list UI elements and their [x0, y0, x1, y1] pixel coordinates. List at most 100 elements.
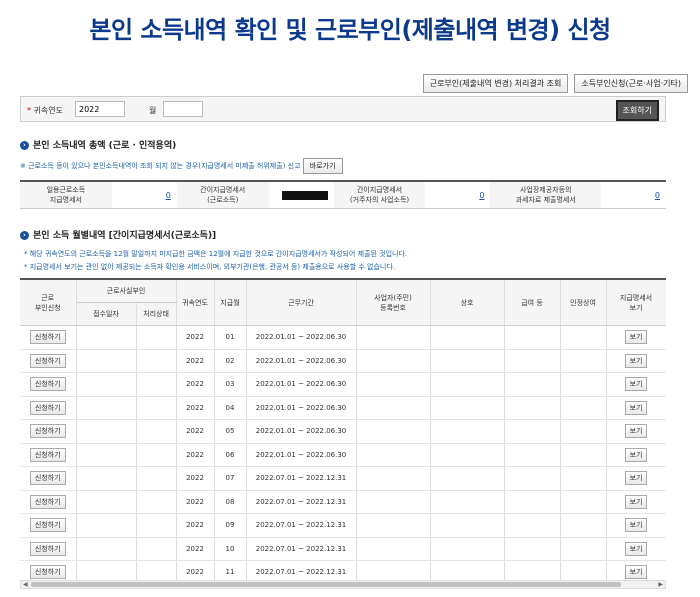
monthly-note-2: * 지급명세서 보기는 관인 없이 제공되는 소득자 확인용 서비스이며, 외부… [24, 263, 396, 271]
col-pay: 급여 등 [504, 280, 561, 326]
view-statement-button[interactable]: 보기 [624, 518, 648, 533]
pay-cell [504, 466, 561, 491]
receipt-date-cell [76, 537, 137, 561]
approved-cell [560, 513, 607, 538]
income-deny-apply-button[interactable]: 소득부인신청(근로·사업·기타) [574, 74, 688, 93]
year-cell: 2022 [176, 466, 215, 491]
month-cell: 05 [214, 419, 247, 444]
year-cell: 2022 [176, 513, 215, 538]
table-row: 신청하기 2022 10 2022.07.01 ~ 2022.12.31 보기 [20, 537, 666, 561]
col-month: 지급월 [214, 280, 247, 326]
status-cell [136, 443, 177, 467]
pay-cell [504, 513, 561, 538]
summary-label: 사업장제공자등의 과세자료 제출명세서 [490, 182, 601, 208]
apply-button[interactable]: 신청하기 [29, 494, 66, 509]
status-cell [136, 372, 177, 397]
receipt-date-cell [76, 372, 137, 397]
table-row: 신청하기 2022 03 2022.01.01 ~ 2022.06.30 보기 [20, 372, 666, 397]
year-input[interactable] [75, 101, 125, 117]
page-title: 본인 소득내역 확인 및 근로부인(제출내역 변경) 신청 [89, 16, 611, 44]
apply-button[interactable]: 신청하기 [29, 471, 66, 486]
goto-button[interactable]: 바로가기 [302, 158, 343, 174]
result-query-button[interactable]: 근로부인(제출내역 변경) 처리결과 조회 [422, 74, 569, 93]
apply-button[interactable]: 신청하기 [29, 400, 66, 415]
biz-no-cell [356, 513, 431, 538]
approved-cell [560, 349, 607, 373]
view-statement-button[interactable]: 보기 [624, 377, 648, 392]
table-row: 신청하기 2022 11 2022.07.01 ~ 2022.12.31 보기 [20, 560, 666, 580]
redacted-value [281, 190, 328, 200]
summary-value-business[interactable]: 0 [425, 182, 490, 208]
table-row: 신청하기 2022 05 2022.01.01 ~ 2022.06.30 보기 [20, 419, 666, 444]
approved-cell [560, 443, 607, 467]
view-statement-button[interactable]: 보기 [624, 330, 648, 345]
view-statement-button[interactable]: 보기 [624, 424, 648, 439]
col-period: 근무기간 [246, 280, 357, 326]
status-cell [136, 513, 177, 538]
horizontal-scrollbar[interactable]: ◀ ▶ [20, 580, 666, 589]
apply-button[interactable]: 신청하기 [29, 424, 66, 439]
period-cell: 2022.07.01 ~ 2022.12.31 [246, 466, 357, 491]
apply-button[interactable]: 신청하기 [29, 541, 66, 556]
scroll-left-icon[interactable]: ◀ [23, 581, 28, 588]
receipt-date-cell [76, 513, 137, 538]
approved-cell [560, 466, 607, 491]
view-statement-button[interactable]: 보기 [624, 494, 648, 509]
apply-button[interactable]: 신청하기 [29, 377, 66, 392]
year-cell: 2022 [176, 349, 215, 373]
month-cell: 11 [214, 560, 247, 580]
month-cell: 10 [214, 537, 247, 561]
view-statement-button[interactable]: 보기 [624, 541, 648, 556]
apply-button[interactable]: 신청하기 [29, 518, 66, 533]
apply-button[interactable]: 신청하기 [29, 565, 66, 580]
summary-value-simple-wage [269, 182, 334, 208]
col-group-deny: 근로사실부인 [76, 280, 177, 303]
table-row: 신청하기 2022 08 2022.07.01 ~ 2022.12.31 보기 [20, 490, 666, 514]
scroll-thumb[interactable] [31, 582, 621, 587]
summary-value-taxdata[interactable]: 0 [601, 182, 666, 208]
company-cell [430, 419, 505, 444]
period-cell: 2022.07.01 ~ 2022.12.31 [246, 490, 357, 514]
status-cell [136, 466, 177, 491]
period-cell: 2022.07.01 ~ 2022.12.31 [246, 560, 357, 580]
summary-value-daily[interactable]: 0 [112, 182, 177, 208]
apply-button[interactable]: 신청하기 [29, 353, 66, 368]
summary-note: ※ 근로소득 등이 있으나 본인소득내역이 조회 되지 않는 경우(지급명세서 … [20, 158, 343, 174]
period-cell: 2022.01.01 ~ 2022.06.30 [246, 396, 357, 420]
bullet-icon: › [20, 231, 29, 240]
query-button[interactable]: 조회하기 [615, 100, 659, 121]
monthly-heading: › 본인 소득 월별내역 [간이지급명세서(근로소득)] [20, 228, 216, 241]
receipt-date-cell [76, 490, 137, 514]
table-row: 신청하기 2022 06 2022.01.01 ~ 2022.06.30 보기 [20, 443, 666, 467]
period-cell: 2022.01.01 ~ 2022.06.30 [246, 349, 357, 373]
pay-cell [504, 560, 561, 580]
view-statement-button[interactable]: 보기 [624, 471, 648, 486]
approved-cell [560, 537, 607, 561]
biz-no-cell [356, 419, 431, 444]
top-button-group: 근로부인(제출내역 변경) 처리결과 조회 소득부인신청(근로·사업·기타) [422, 74, 688, 93]
month-input[interactable] [163, 101, 203, 117]
view-statement-button[interactable]: 보기 [624, 565, 648, 580]
biz-no-cell [356, 372, 431, 397]
col-apply: 근로 부인신청 [20, 280, 77, 326]
biz-no-cell [356, 325, 431, 350]
receipt-date-cell [76, 443, 137, 467]
apply-button[interactable]: 신청하기 [29, 447, 66, 462]
status-cell [136, 490, 177, 514]
apply-button[interactable]: 신청하기 [29, 330, 66, 345]
col-year: 귀속연도 [176, 280, 215, 326]
view-statement-button[interactable]: 보기 [624, 447, 648, 462]
receipt-date-cell [76, 325, 137, 350]
receipt-date-cell [76, 419, 137, 444]
view-statement-button[interactable]: 보기 [624, 353, 648, 368]
approved-cell [560, 419, 607, 444]
company-cell [430, 560, 505, 580]
company-cell [430, 325, 505, 350]
approved-cell [560, 396, 607, 420]
year-cell: 2022 [176, 537, 215, 561]
period-cell: 2022.01.01 ~ 2022.06.30 [246, 372, 357, 397]
view-statement-button[interactable]: 보기 [624, 400, 648, 415]
status-cell [136, 396, 177, 420]
year-cell: 2022 [176, 490, 215, 514]
scroll-right-icon[interactable]: ▶ [658, 581, 663, 588]
